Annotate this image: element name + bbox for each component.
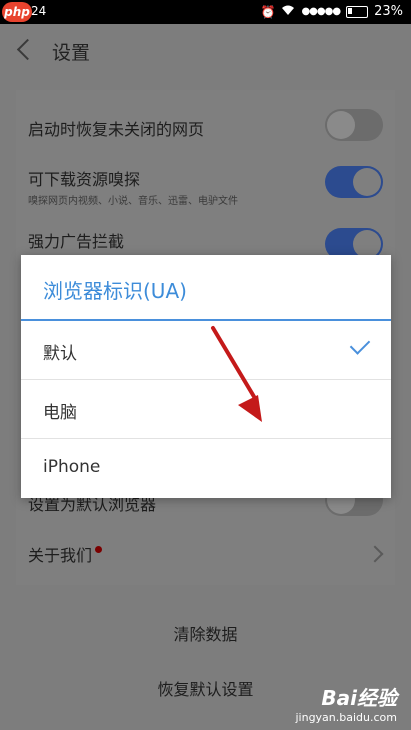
clear-data-button[interactable]: 清除数据 bbox=[0, 621, 411, 645]
battery-icon bbox=[346, 5, 369, 18]
alarm-icon: ⏰ bbox=[260, 4, 276, 19]
ua-dialog: 浏览器标识(UA) 默认 电脑 iPhone bbox=[21, 255, 391, 498]
page-title: 设置 bbox=[52, 42, 91, 64]
header: 设置 bbox=[0, 24, 411, 80]
option-label: 默认 bbox=[43, 344, 77, 364]
battery-percent: 23% bbox=[374, 4, 403, 19]
back-arrow-icon[interactable] bbox=[16, 38, 32, 62]
setting-label: 关于我们 bbox=[28, 546, 93, 565]
signal-icon: ●●●●● bbox=[301, 6, 341, 17]
baidu-watermark: Bai经验 jingyan.baidu.com bbox=[295, 682, 397, 724]
setting-about-us[interactable]: 关于我们 bbox=[28, 542, 388, 566]
ua-option-default[interactable]: 默认 bbox=[21, 321, 391, 380]
ua-option-iphone[interactable]: iPhone bbox=[21, 439, 391, 498]
resource-sniff-toggle[interactable] bbox=[325, 166, 383, 198]
dialog-title: 浏览器标识(UA) bbox=[43, 279, 187, 303]
option-label: iPhone bbox=[43, 457, 101, 477]
baidu-logo: Bai经验 bbox=[321, 686, 397, 710]
watermark-url: jingyan.baidu.com bbox=[295, 711, 397, 724]
php-logo: php bbox=[2, 2, 32, 22]
status-time: 24 bbox=[31, 4, 47, 18]
wifi-icon bbox=[281, 5, 295, 19]
status-bar: php 24 ⏰ ●●●●● 23% bbox=[0, 0, 411, 24]
option-label: 电脑 bbox=[43, 403, 77, 423]
notification-dot bbox=[95, 546, 103, 553]
check-icon bbox=[349, 334, 371, 355]
ua-option-desktop[interactable]: 电脑 bbox=[21, 380, 391, 439]
restore-tabs-toggle[interactable] bbox=[325, 109, 383, 141]
